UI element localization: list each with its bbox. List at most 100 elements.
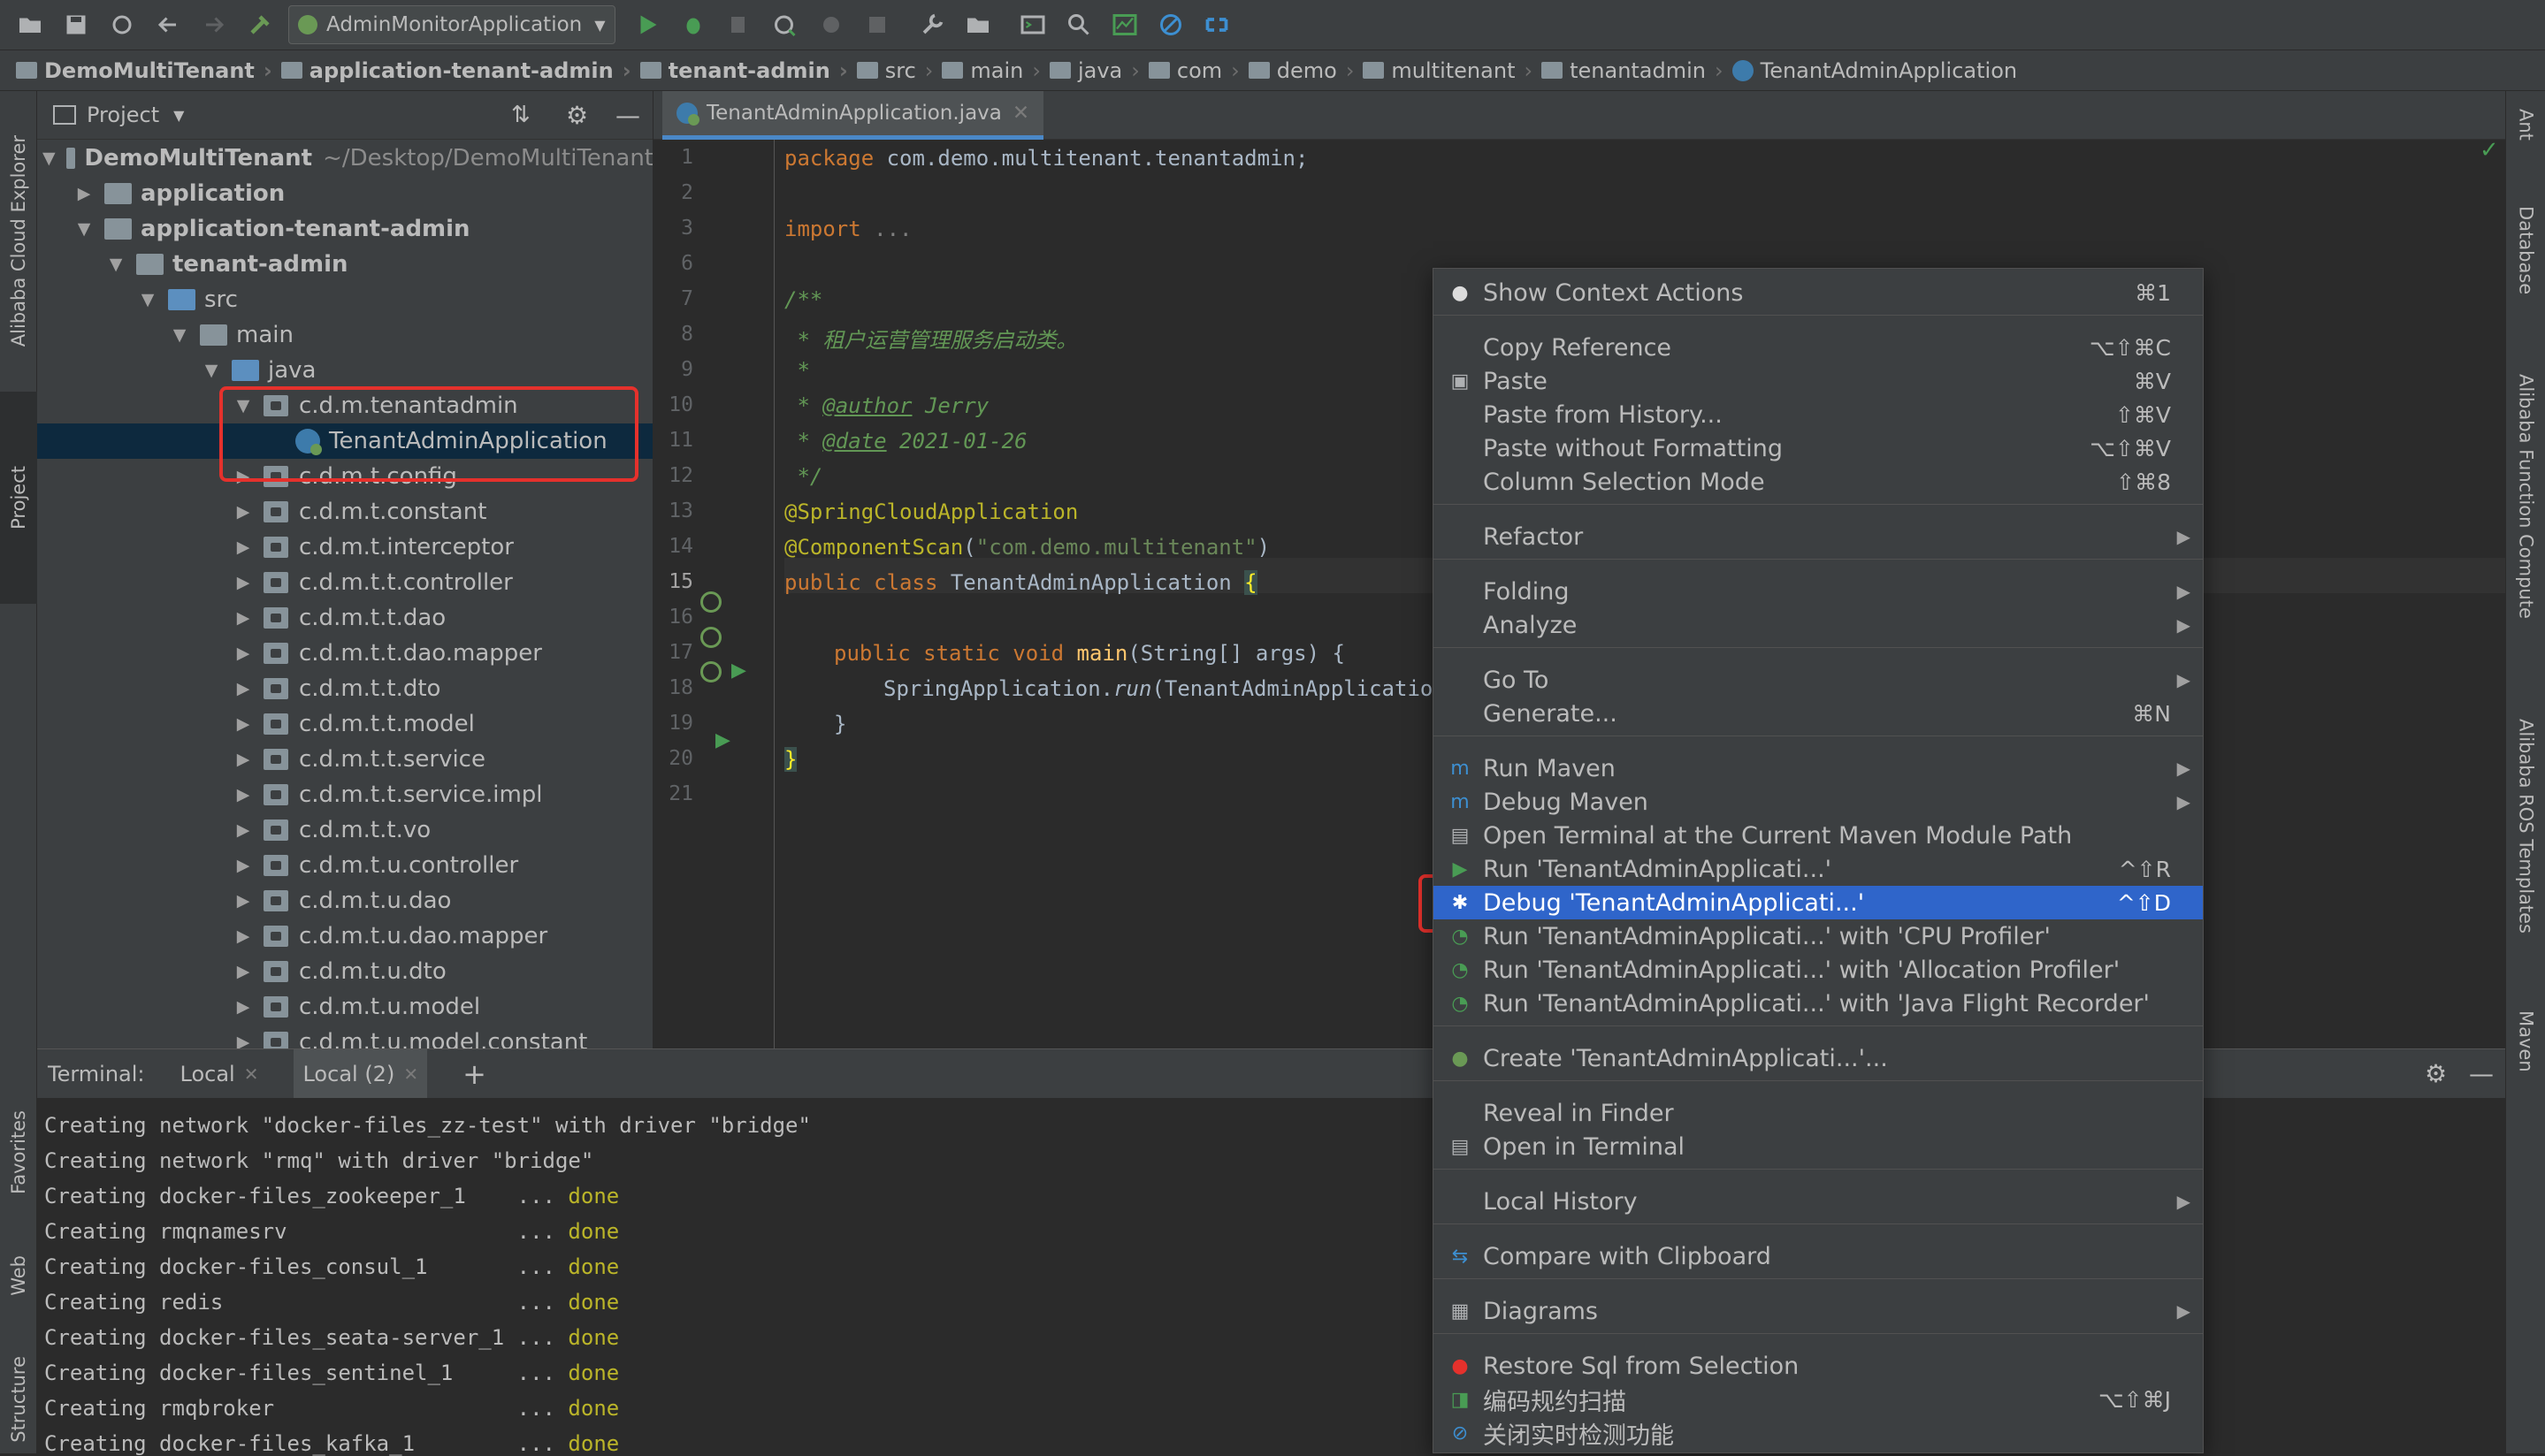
breadcrumb-item[interactable]: demo › xyxy=(1248,58,1354,83)
tab-alibaba-cloud-explorer[interactable]: Alibaba Cloud Explorer xyxy=(0,109,37,374)
terminal-window-icon[interactable] xyxy=(1015,7,1051,42)
breadcrumb-item[interactable]: main › xyxy=(942,58,1041,83)
tree-item[interactable]: ▼ src xyxy=(37,282,653,317)
gear-icon[interactable]: ⚙ xyxy=(2425,1059,2447,1088)
context-menu-item[interactable]: ▤ Open Terminal at the Current Maven Modu… xyxy=(1433,819,2203,852)
project-structure-icon[interactable] xyxy=(960,7,996,42)
tree-item[interactable]: ▶ c.d.m.t.u.model.constant xyxy=(37,1025,653,1048)
disable-check-icon[interactable] xyxy=(1153,7,1188,42)
expanded-arrow-icon[interactable]: ▼ xyxy=(42,149,56,168)
wrench-icon[interactable] xyxy=(914,7,950,42)
tab-database[interactable]: Database xyxy=(2506,206,2545,294)
coverage-icon[interactable] xyxy=(722,7,757,42)
run-configuration-select[interactable]: AdminMonitorApplication ▼ xyxy=(288,5,615,44)
spring-bean-gutter-icon[interactable] xyxy=(700,591,722,613)
attach-debugger-icon[interactable] xyxy=(814,7,849,42)
close-icon[interactable]: ✕ xyxy=(1013,102,1029,125)
collapsed-arrow-icon[interactable]: ▶ xyxy=(233,820,253,840)
save-icon[interactable] xyxy=(58,7,94,42)
sync-icon[interactable] xyxy=(104,7,140,42)
tab-alibaba-function-compute[interactable]: Alibaba Function Compute xyxy=(2506,374,2545,619)
tree-item[interactable]: ▶ c.d.m.t.u.dto xyxy=(37,954,653,989)
breadcrumb-item[interactable]: com › xyxy=(1148,58,1240,83)
context-menu-item[interactable]: ● Show Context Actions ⌘1 xyxy=(1433,276,2203,309)
open-folder-icon[interactable] xyxy=(12,7,48,42)
breadcrumb-item[interactable]: tenant-admin › xyxy=(639,58,848,83)
collapsed-arrow-icon[interactable]: ▶ xyxy=(233,750,253,769)
breadcrumb-item[interactable]: src › xyxy=(856,58,933,83)
search-icon[interactable] xyxy=(1061,7,1097,42)
breadcrumb-item[interactable]: TenantAdminApplication xyxy=(1731,58,2017,83)
tab-alibaba-ros-templates[interactable]: Alibaba ROS Templates xyxy=(2506,719,2545,934)
tab-ant[interactable]: Ant xyxy=(2506,109,2545,141)
tree-item[interactable]: ▼ java xyxy=(37,353,653,388)
context-menu-item[interactable]: Paste without Formatting ⌥⇧⌘V xyxy=(1433,431,2203,465)
collapse-all-icon[interactable]: ⇅ xyxy=(511,102,531,128)
context-menu-item[interactable]: Reveal in Finder xyxy=(1433,1096,2203,1130)
tree-item[interactable]: ▶ c.d.m.t.constant xyxy=(37,494,653,530)
tab-structure[interactable]: Structure xyxy=(0,1346,37,1452)
expanded-arrow-icon[interactable]: ▼ xyxy=(138,290,157,309)
spring-bean-gutter-icon[interactable] xyxy=(700,627,722,648)
run-gutter-icon[interactable]: ▶ xyxy=(731,659,746,682)
collapsed-arrow-icon[interactable]: ▶ xyxy=(233,573,253,592)
context-menu-item[interactable]: ◔ Run 'TenantAdminApplicati...' with 'CPU… xyxy=(1433,919,2203,953)
tree-item[interactable]: ▶ c.d.m.t.u.model xyxy=(37,989,653,1025)
monitor-icon[interactable] xyxy=(1107,7,1143,42)
breadcrumb-item[interactable]: application-tenant-admin › xyxy=(280,58,631,83)
terminal-tab-local[interactable]: Local ✕ xyxy=(180,1062,259,1086)
tree-item[interactable]: ▶ c.d.m.t.t.vo xyxy=(37,812,653,848)
context-menu-item[interactable]: m Run Maven ▶ xyxy=(1433,751,2203,785)
collapsed-arrow-icon[interactable]: ▶ xyxy=(233,962,253,981)
collapsed-arrow-icon[interactable]: ▶ xyxy=(233,1033,253,1048)
expanded-arrow-icon[interactable]: ▼ xyxy=(202,361,221,380)
project-panel-title[interactable]: Project xyxy=(87,103,159,127)
tree-item[interactable]: ▶ c.d.m.t.u.dao.mapper xyxy=(37,919,653,954)
tree-item[interactable]: ▶ c.d.m.t.t.dto xyxy=(37,671,653,706)
collapsed-arrow-icon[interactable]: ▶ xyxy=(233,502,253,522)
minimize-icon[interactable]: — xyxy=(2469,1059,2494,1088)
tree-root[interactable]: ▼ DemoMultiTenant ~/Desktop/DemoMultiTenan… xyxy=(37,141,653,176)
breadcrumb-item[interactable]: multitenant › xyxy=(1363,58,1532,83)
collapsed-arrow-icon[interactable]: ▶ xyxy=(233,537,253,557)
expanded-arrow-icon[interactable]: ▼ xyxy=(170,325,189,345)
expanded-arrow-icon[interactable]: ▼ xyxy=(106,255,126,274)
tree-item[interactable]: ▶ c.d.m.t.t.controller xyxy=(37,565,653,600)
context-menu-item[interactable]: Analyze ▶ xyxy=(1433,608,2203,642)
terminal-tab-local-2[interactable]: Local (2) ✕ xyxy=(294,1049,428,1098)
tree-item[interactable]: ▶ c.d.m.t.u.dao xyxy=(37,883,653,919)
collapsed-arrow-icon[interactable]: ▶ xyxy=(233,785,253,804)
tab-web[interactable]: Web xyxy=(0,1231,37,1320)
editor-tab[interactable]: TenantAdminApplication.java ✕ xyxy=(662,91,1044,140)
context-menu-item[interactable]: Go To ▶ xyxy=(1433,663,2203,697)
context-menu-item[interactable]: ▶ Run 'TenantAdminApplicati...' ^⇧R xyxy=(1433,852,2203,886)
context-menu-item[interactable]: Column Selection Mode ⇧⌘8 xyxy=(1433,465,2203,499)
close-icon[interactable]: ✕ xyxy=(403,1063,418,1085)
collapsed-arrow-icon[interactable]: ▶ xyxy=(233,856,253,875)
breadcrumb-item[interactable]: tenantadmin › xyxy=(1541,58,1723,83)
tab-favorites[interactable]: Favorites xyxy=(0,1090,37,1214)
collapsed-arrow-icon[interactable]: ▶ xyxy=(233,997,253,1017)
tree-item[interactable]: ▶ c.d.m.t.t.service xyxy=(37,742,653,777)
tree-item[interactable]: ▼ main xyxy=(37,317,653,353)
close-icon[interactable]: ✕ xyxy=(244,1063,259,1085)
tree-item[interactable]: ▶ c.d.m.t.t.service.impl xyxy=(37,777,653,812)
context-menu-item[interactable]: ● Create 'TenantAdminApplicati...'... xyxy=(1433,1041,2203,1075)
stop-icon[interactable] xyxy=(860,7,895,42)
context-menu-item[interactable]: ◔ Run 'TenantAdminApplicati...' with 'Jav… xyxy=(1433,987,2203,1020)
tree-item[interactable]: ▶ c.d.m.t.u.controller xyxy=(37,848,653,883)
debug-icon[interactable] xyxy=(676,7,711,42)
spring-bean-gutter-icon[interactable] xyxy=(700,661,722,682)
forward-icon[interactable] xyxy=(196,7,232,42)
breadcrumb-item[interactable]: DemoMultiTenant › xyxy=(16,58,272,83)
collapsed-arrow-icon[interactable]: ▶ xyxy=(233,891,253,911)
alibaba-cloud-icon[interactable] xyxy=(1199,7,1234,42)
tree-item[interactable]: ▶ c.d.m.t.t.dao.mapper xyxy=(37,636,653,671)
collapsed-arrow-icon[interactable]: ▶ xyxy=(233,679,253,698)
context-menu-item[interactable]: ✱ Debug 'TenantAdminApplicati...' ^⇧D xyxy=(1433,886,2203,919)
context-menu-item[interactable]: ⇆ Compare with Clipboard xyxy=(1433,1239,2203,1273)
add-terminal-icon[interactable]: + xyxy=(462,1057,486,1091)
collapsed-arrow-icon[interactable]: ▶ xyxy=(233,714,253,734)
tab-project[interactable]: Project xyxy=(0,392,37,604)
tree-item[interactable]: ▶ c.d.m.t.t.dao xyxy=(37,600,653,636)
